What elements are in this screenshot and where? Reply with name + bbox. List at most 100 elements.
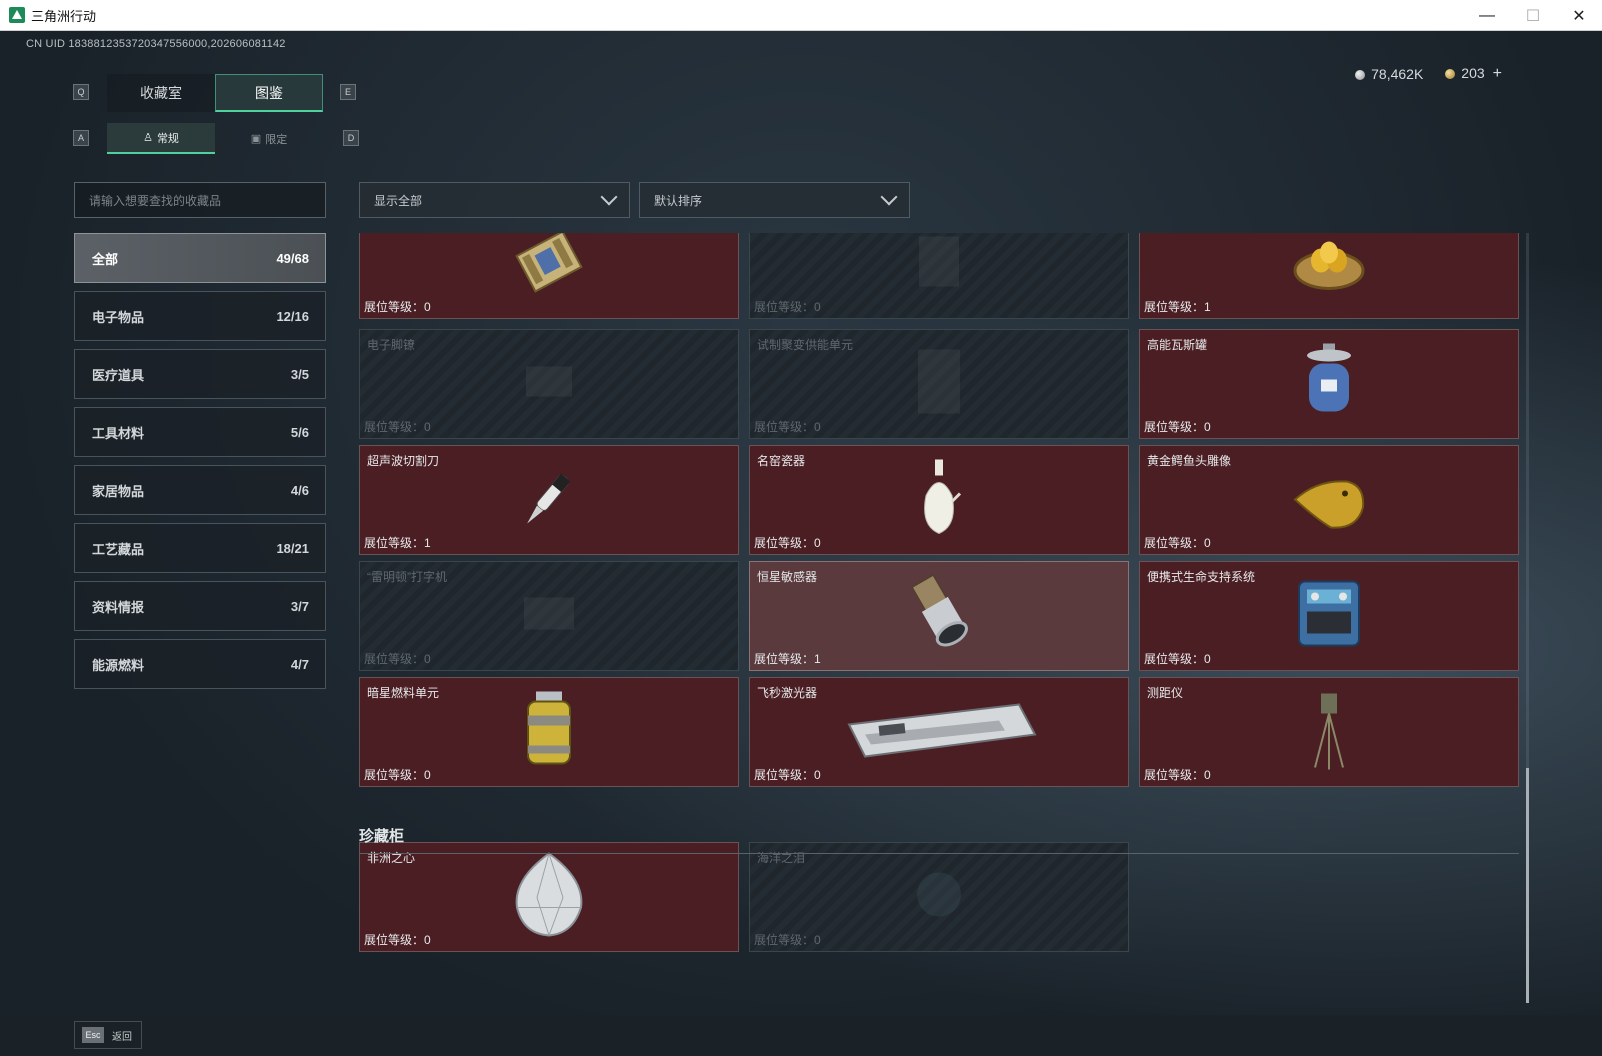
card-level-value: 0 <box>814 300 821 314</box>
window-titlebar: 三角洲行动 — ☐ ✕ <box>0 0 1602 31</box>
card-level: 展位等级：0 <box>364 931 431 948</box>
minimize-icon[interactable]: — <box>1464 0 1510 31</box>
sort-value: 默认排序 <box>654 193 703 208</box>
card-level: 展位等级：0 <box>1144 418 1211 435</box>
scrollbar-thumb[interactable] <box>1526 768 1529 1003</box>
card-level: 展位等级：1 <box>1144 298 1211 315</box>
card-level-value: 1 <box>424 536 431 550</box>
card-name: 暗星燃料单元 <box>367 686 440 700</box>
collection-card[interactable]: 测距仪 展位等级：0 <box>1139 677 1519 787</box>
category-crafts[interactable]: 工艺藏品 18/21 <box>74 523 326 573</box>
card-level-prefix: 展位等级： <box>364 420 425 434</box>
category-count: 12/16 <box>276 308 309 324</box>
main-tabs: 收藏室 图鉴 <box>107 74 323 112</box>
subtab-regular[interactable]: ♙ 常规 <box>107 123 215 154</box>
typewriter-icon <box>514 584 584 649</box>
back-label: 返回 <box>112 1031 132 1043</box>
maximize-icon[interactable]: ☐ <box>1510 0 1556 31</box>
category-energy[interactable]: 能源燃料 4/7 <box>74 639 326 689</box>
collection-card[interactable]: 暗星燃料单元 展位等级：0 <box>359 677 739 787</box>
card-name: 非洲之心 <box>367 851 416 865</box>
card-level-prefix: 展位等级： <box>1144 652 1205 666</box>
collection-card[interactable]: 电子脚镣 展位等级：0 <box>359 329 739 439</box>
card-level-value: 0 <box>424 420 431 434</box>
category-all[interactable]: 全部 49/68 <box>74 233 326 283</box>
collection-card[interactable]: “雷明顿”打字机 展位等级：0 <box>359 561 739 671</box>
card-level: 展位等级：0 <box>1144 534 1211 551</box>
card-level-prefix: 展位等级： <box>754 933 815 947</box>
collection-card[interactable]: 展位等级：0 <box>359 233 739 319</box>
collection-card[interactable]: 展位等级：1 <box>1139 233 1519 319</box>
category-count: 4/6 <box>290 482 309 498</box>
category-tools[interactable]: 工具材料 5/6 <box>74 407 326 457</box>
card-level-value: 0 <box>424 300 431 314</box>
card-level-value: 0 <box>1204 768 1211 782</box>
category-label: 工艺藏品 <box>92 541 145 557</box>
collection-card[interactable]: 海洋之泪 展位等级：0 <box>749 842 1129 952</box>
tab-collection-room[interactable]: 收藏室 <box>107 74 215 112</box>
section-title-treasure: 珍藏柜 <box>359 828 405 845</box>
subtab-limited-label: 限定 <box>265 133 288 146</box>
card-level-prefix: 展位等级： <box>364 768 425 782</box>
subtab-regular-label: 常规 <box>156 132 179 145</box>
category-label: 电子物品 <box>92 309 145 325</box>
collection-card[interactable]: 高能瓦斯罐展位等级：0 <box>1139 329 1519 439</box>
card-level-value: 0 <box>814 536 821 550</box>
card-level: 展位等级：0 <box>364 418 431 435</box>
category-medical[interactable]: 医疗道具 3/5 <box>74 349 326 399</box>
card-level-prefix: 展位等级： <box>1144 768 1205 782</box>
collection-card[interactable]: 超声波切割刀 展位等级：1 <box>359 445 739 555</box>
card-name: 飞秒激光器 <box>757 686 818 700</box>
gas-canister-icon <box>1299 342 1359 427</box>
rangefinder-icon <box>1309 688 1349 777</box>
search-input[interactable]: 请输入想要查找的收藏品 <box>74 182 326 218</box>
porcelain-vase-icon <box>914 456 964 545</box>
collection-card[interactable]: 非洲之心展位等级：0 <box>359 842 739 952</box>
scrollbar[interactable] <box>1526 233 1529 1003</box>
chevron-down-icon <box>880 188 898 206</box>
category-label: 资料情报 <box>92 599 145 615</box>
collection-card[interactable]: 名窑瓷器 展位等级：0 <box>749 445 1129 555</box>
collection-card[interactable]: 展位等级：0 <box>749 233 1129 319</box>
collection-card[interactable]: 试制聚变供能单元 展位等级：0 <box>749 329 1129 439</box>
add-currency-icon[interactable]: + <box>1493 65 1502 82</box>
circuit-board-icon <box>509 233 589 305</box>
card-level-prefix: 展位等级： <box>364 536 425 550</box>
key-hint-a: A <box>73 130 89 146</box>
ocean-tear-icon <box>904 860 974 935</box>
fuel-cell-icon <box>522 688 576 777</box>
card-level-value: 0 <box>424 768 431 782</box>
collection-card[interactable]: 便携式生命支持系统 展位等级：0 <box>1139 561 1519 671</box>
game-viewport: CN UID 1838812353720347556000,2026060811… <box>0 31 1602 1056</box>
card-name: 高能瓦斯罐 <box>1147 338 1208 352</box>
card-level-value: 0 <box>814 768 821 782</box>
card-level-prefix: 展位等级： <box>1144 420 1205 434</box>
gold-amount: 203 <box>1461 65 1485 81</box>
tab-codex[interactable]: 图鉴 <box>215 74 323 112</box>
card-name: 黄金鳄鱼头雕像 <box>1147 454 1232 468</box>
esc-key-icon: Esc <box>82 1027 104 1043</box>
collection-card[interactable]: 恒星敏感器 展位等级：1 <box>749 561 1129 671</box>
category-electronics[interactable]: 电子物品 12/16 <box>74 291 326 341</box>
card-level-value: 1 <box>1204 300 1211 314</box>
key-hint-d: D <box>343 130 359 146</box>
card-level: 展位等级：0 <box>364 766 431 783</box>
filter-dropdown[interactable]: 显示全部 <box>359 182 630 218</box>
card-level-prefix: 展位等级： <box>364 300 425 314</box>
card-level-prefix: 展位等级： <box>364 652 425 666</box>
close-icon[interactable]: ✕ <box>1556 0 1602 31</box>
card-level-prefix: 展位等级： <box>754 300 815 314</box>
silver-currency: 78,462K <box>1355 66 1423 82</box>
collection-card[interactable]: 黄金鳄鱼头雕像 展位等级：0 <box>1139 445 1519 555</box>
category-household[interactable]: 家居物品 4/6 <box>74 465 326 515</box>
life-support-icon <box>1291 572 1367 661</box>
collection-card[interactable]: 飞秒激光器 展位等级：0 <box>749 677 1129 787</box>
back-button[interactable]: Esc 返回 <box>74 1021 142 1049</box>
subtab-limited[interactable]: ▣ 限定 <box>215 123 323 154</box>
femtosecond-laser-icon <box>839 695 1039 770</box>
card-level-value: 0 <box>1204 652 1211 666</box>
card-level: 展位等级：0 <box>364 650 431 667</box>
card-level-value: 0 <box>1204 536 1211 550</box>
sort-dropdown[interactable]: 默认排序 <box>639 182 910 218</box>
category-intel[interactable]: 资料情报 3/7 <box>74 581 326 631</box>
